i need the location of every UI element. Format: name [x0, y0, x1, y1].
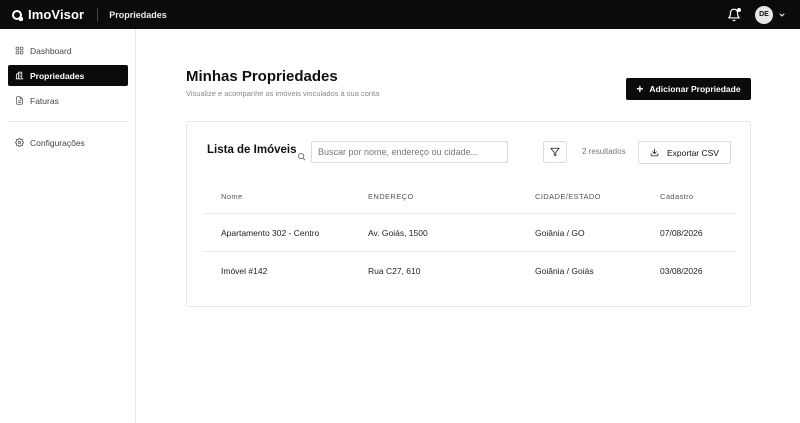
top-bar: ImoVisor Propriedades DE	[0, 0, 800, 29]
card-title: Lista de Imóveis	[207, 144, 297, 156]
building-icon	[15, 71, 24, 80]
add-property-label: Adicionar Propriedade	[649, 84, 741, 94]
user-menu-toggle[interactable]	[778, 6, 786, 24]
cell-cadastro: 07/08/2026	[660, 227, 703, 238]
brand[interactable]: ImoVisor	[12, 7, 84, 22]
sidebar-item-dashboard[interactable]: Dashboard	[8, 40, 128, 61]
sidebar-item-label: Faturas	[30, 95, 59, 106]
topbar-page-title: Propriedades	[109, 9, 167, 20]
table-row[interactable]: Imóvel #142 Rua C27, 610 Goiânia / Goiás…	[203, 252, 736, 290]
notification-dot	[737, 7, 741, 12]
column-header-endereco[interactable]: ENDEREÇO	[368, 180, 414, 213]
page-subtitle: Visualize e acompanhe os imóveis vincula…	[186, 89, 380, 98]
chevron-down-icon	[779, 13, 785, 16]
logo-icon	[12, 9, 23, 21]
notifications-button[interactable]	[727, 7, 741, 22]
cell-cidade-estado: Goiânia / GO	[535, 227, 585, 238]
sidebar: Dashboard Propriedades Faturas Configura…	[0, 29, 136, 423]
export-csv-button[interactable]: Exportar CSV	[638, 141, 731, 164]
table-header: Nome ENDEREÇO CIDADE/ESTADO Cadastro	[203, 180, 736, 214]
document-icon	[16, 96, 23, 105]
properties-table: Nome ENDEREÇO CIDADE/ESTADO Cadastro Apa…	[203, 180, 736, 290]
grid-icon	[15, 46, 24, 55]
cell-nome: Imóvel #142	[221, 266, 268, 276]
properties-card: Lista de Imóveis 2 resultados Exportar C…	[186, 121, 751, 307]
brand-name: ImoVisor	[28, 7, 85, 22]
cell-cadastro: 03/08/2026	[660, 266, 703, 276]
add-property-button[interactable]: + Adicionar Propriedade	[626, 78, 751, 100]
column-header-cidade-estado[interactable]: CIDADE/ESTADO	[535, 180, 601, 213]
column-header-cadastro[interactable]: Cadastro	[660, 180, 694, 213]
search-input[interactable]	[311, 141, 508, 163]
filter-button[interactable]	[543, 141, 567, 163]
topbar-divider	[97, 7, 99, 22]
download-icon	[650, 148, 659, 157]
column-header-nome[interactable]: Nome	[221, 180, 243, 213]
sidebar-item-label: Configurações	[30, 137, 85, 148]
cell-endereco: Rua C27, 610	[368, 266, 421, 276]
topbar-actions: DE	[727, 0, 786, 29]
gear-icon	[15, 138, 24, 147]
sidebar-item-configuracoes[interactable]: Configurações	[8, 132, 128, 153]
sidebar-item-label: Dashboard	[30, 45, 72, 56]
search-icon	[297, 148, 306, 166]
sidebar-item-faturas[interactable]: Faturas	[8, 90, 128, 111]
plus-icon: +	[636, 82, 644, 96]
sidebar-divider	[8, 121, 128, 122]
sidebar-item-propriedades[interactable]: Propriedades	[8, 65, 128, 86]
sidebar-item-label: Propriedades	[30, 70, 85, 81]
cell-nome: Apartamento 302 - Centro	[221, 227, 320, 238]
cell-endereco: Av. Goiás, 1500	[368, 227, 428, 238]
page-title: Minhas Propriedades	[186, 68, 338, 85]
export-csv-label: Exportar CSV	[667, 147, 719, 158]
results-count: 2 resultados	[582, 147, 626, 156]
table-row[interactable]: Apartamento 302 - Centro Av. Goiás, 1500…	[203, 214, 736, 252]
user-avatar[interactable]: DE	[755, 5, 773, 24]
cell-cidade-estado: Goiânia / Goiás	[535, 266, 594, 276]
filter-icon	[550, 147, 560, 157]
